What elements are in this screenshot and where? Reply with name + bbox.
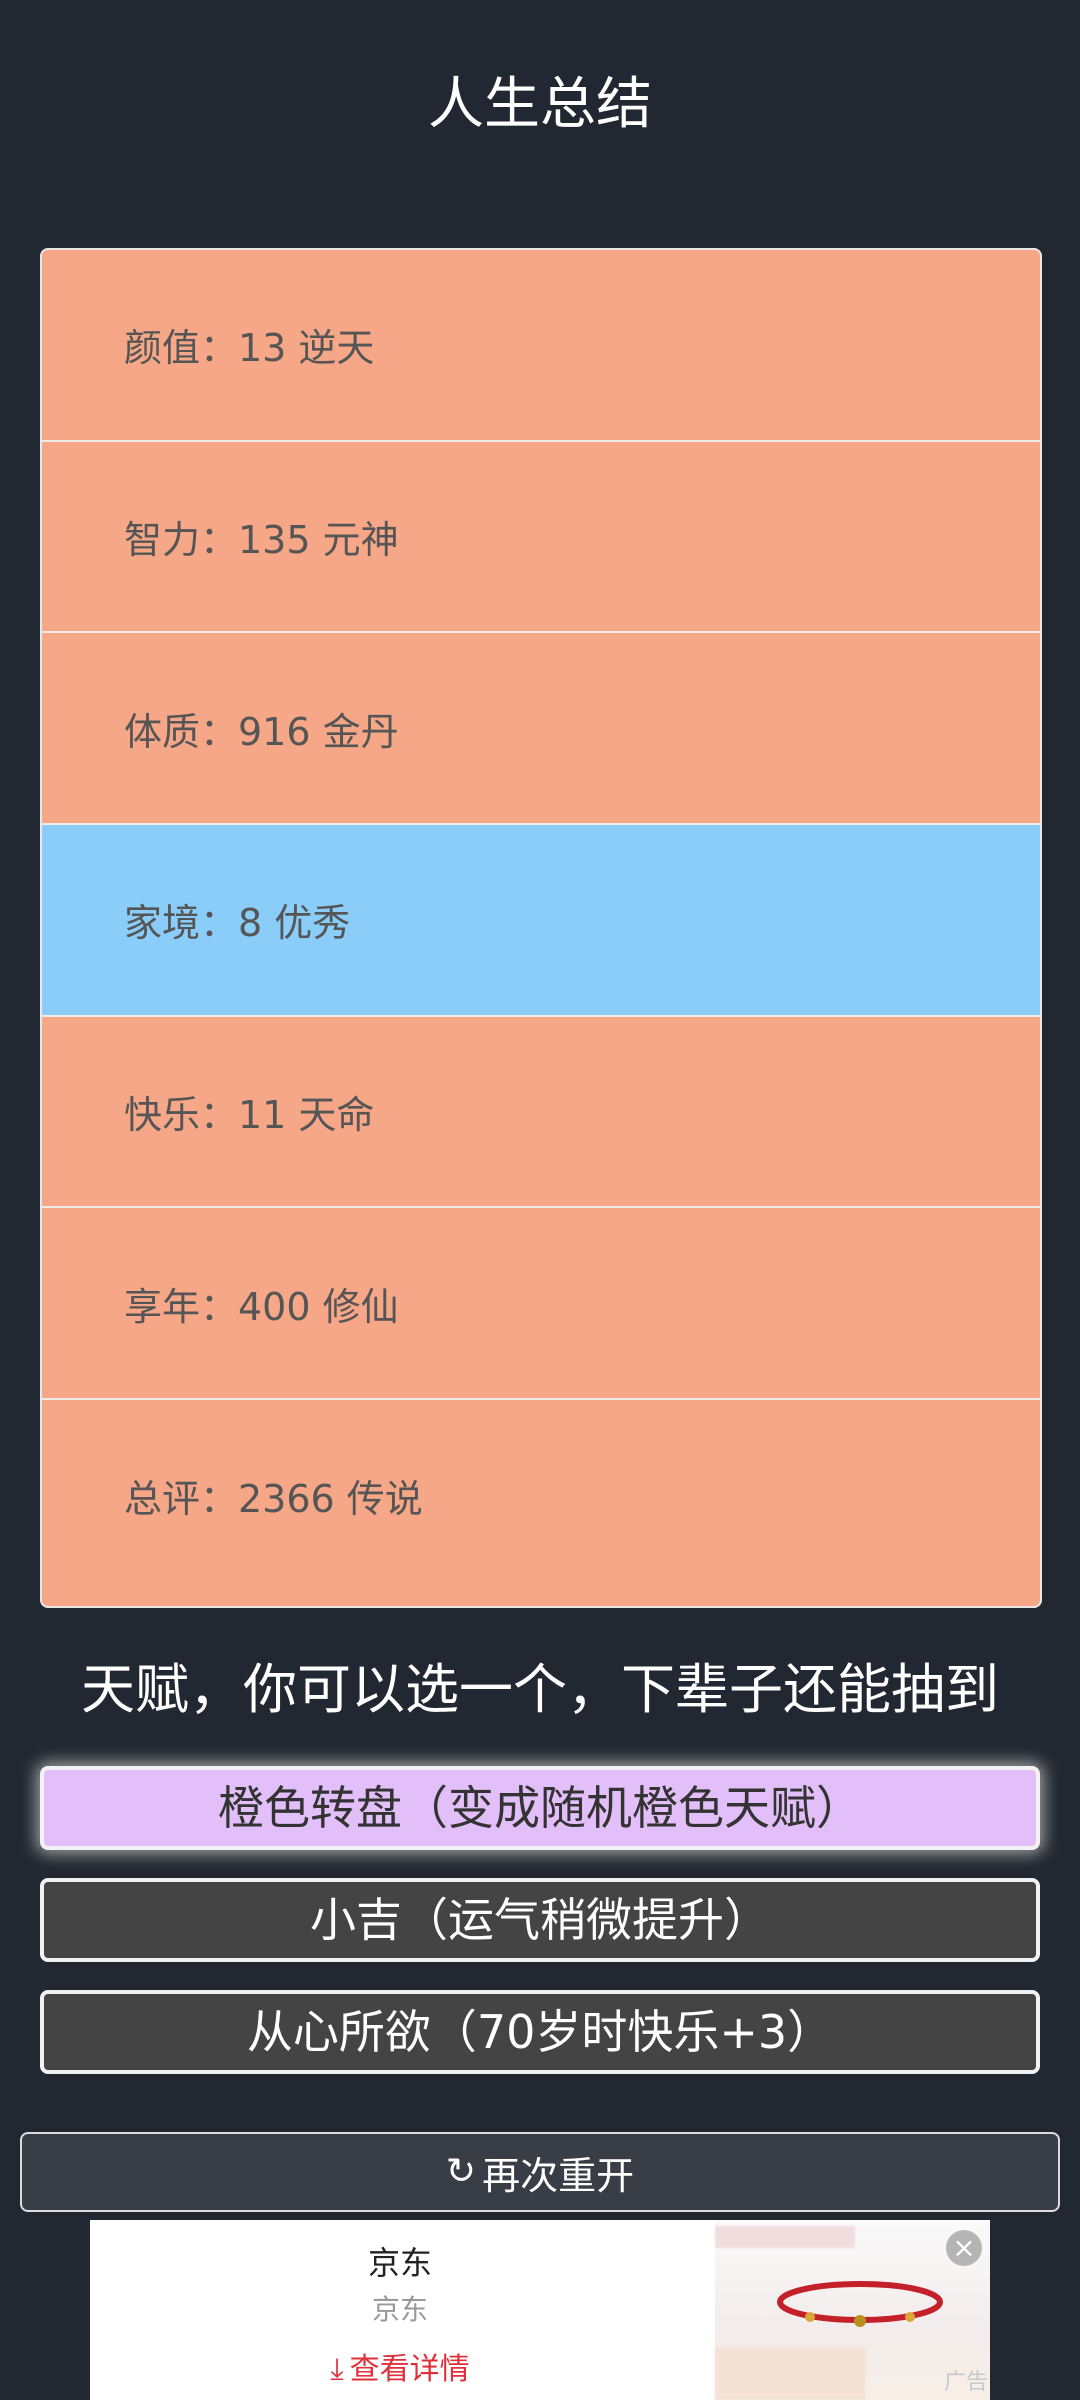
talent-option-orange-wheel[interactable]: 橙色转盘（变成随机橙色天赋） [40, 1766, 1040, 1850]
ad-details-link[interactable]: ⤓ 查看详情 [90, 2344, 710, 2388]
coupon-image [715, 2348, 865, 2400]
stat-row-overall: 总评：2366 传说 [42, 1400, 1040, 1592]
stat-row-lifespan: 享年：400 修仙 [42, 1208, 1040, 1401]
download-arrow-icon: ⤓ [330, 2352, 344, 2387]
stat-row-appearance: 颜值：13 逆天 [42, 250, 1040, 442]
talent-option-heart-desire[interactable]: 从心所欲（70岁时快乐+3） [40, 1990, 1040, 2074]
brand-logo [715, 2226, 855, 2248]
restart-label: 再次重开 [482, 2153, 635, 2198]
page-title: 人生总结 [428, 72, 652, 137]
ad-details-label: 查看详情 [349, 2352, 470, 2387]
ad-label: 广告 [943, 2370, 988, 2395]
ad-product-image: × 广告 [715, 2220, 990, 2400]
stat-row-happiness: 快乐：11 天命 [42, 1016, 1040, 1209]
stat-row-intelligence: 智力：135 元神 [42, 441, 1040, 634]
ad-title: 京东 [367, 2244, 432, 2282]
talent-heading: 天赋，你可以选一个，下辈子还能抽到 [81, 1658, 999, 1721]
stat-row-family: 家境：8 优秀 [42, 825, 1040, 1017]
stats-panel: 颜值：13 逆天 智力：135 元神 体质：916 金丹 家境：8 优秀 快乐：… [40, 248, 1042, 1608]
close-icon[interactable]: × [946, 2230, 982, 2266]
stat-row-constitution: 体质：916 金丹 [42, 633, 1040, 826]
talent-option-minor-luck[interactable]: 小吉（运气稍微提升） [40, 1878, 1040, 1962]
ad-subtitle: 京东 [371, 2293, 428, 2326]
refresh-icon: ↻ [445, 2151, 477, 2192]
bracelet-image [777, 2281, 943, 2327]
restart-button[interactable]: ↻ 再次重开 [20, 2132, 1060, 2212]
ad-banner[interactable]: 京东 京东 ⤓ 查看详情 × 广告 [90, 2220, 990, 2400]
